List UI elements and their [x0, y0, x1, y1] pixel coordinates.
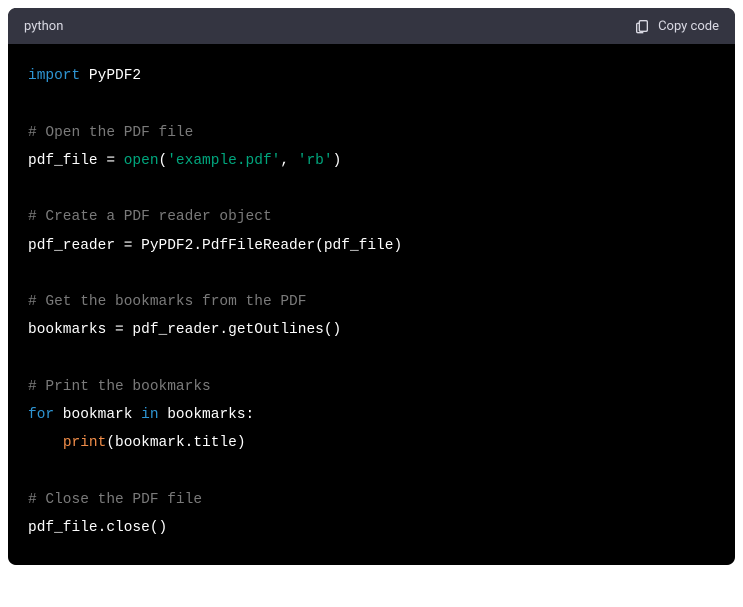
code-token: ,: [280, 153, 297, 169]
code-comment: # Create a PDF reader object: [28, 209, 272, 225]
code-token: open: [124, 153, 159, 169]
code-token: 'rb': [298, 153, 333, 169]
code-token: 'example.pdf': [167, 153, 280, 169]
code-token: ): [333, 153, 342, 169]
code-comment: # Close the PDF file: [28, 492, 202, 508]
code-block: python Copy code import PyPDF2 # Open th…: [8, 8, 735, 565]
code-token: PyPDF2: [80, 68, 141, 84]
code-comment: # Print the bookmarks: [28, 379, 211, 395]
code-token: for: [28, 407, 54, 423]
code-content[interactable]: import PyPDF2 # Open the PDF file pdf_fi…: [8, 44, 735, 565]
copy-label: Copy code: [658, 19, 719, 34]
code-token: bookmarks:: [159, 407, 255, 423]
code-token: bookmarks = pdf_reader.getOutlines(): [28, 322, 341, 338]
clipboard-icon: [634, 18, 650, 34]
code-token: pdf_file.close(): [28, 520, 167, 536]
copy-code-button[interactable]: Copy code: [634, 18, 719, 34]
code-token: print: [63, 435, 107, 451]
code-token: [28, 435, 63, 451]
language-label: python: [24, 19, 63, 34]
code-comment: # Open the PDF file: [28, 125, 193, 141]
code-token: pdf_reader = PyPDF2.PdfFileReader(pdf_fi…: [28, 238, 402, 254]
code-header: python Copy code: [8, 8, 735, 44]
code-token: import: [28, 68, 80, 84]
code-comment: # Get the bookmarks from the PDF: [28, 294, 306, 310]
code-token: (: [159, 153, 168, 169]
code-token: (bookmark.title): [106, 435, 245, 451]
code-token: in: [141, 407, 158, 423]
code-token: pdf_file =: [28, 153, 124, 169]
code-token: bookmark: [54, 407, 141, 423]
